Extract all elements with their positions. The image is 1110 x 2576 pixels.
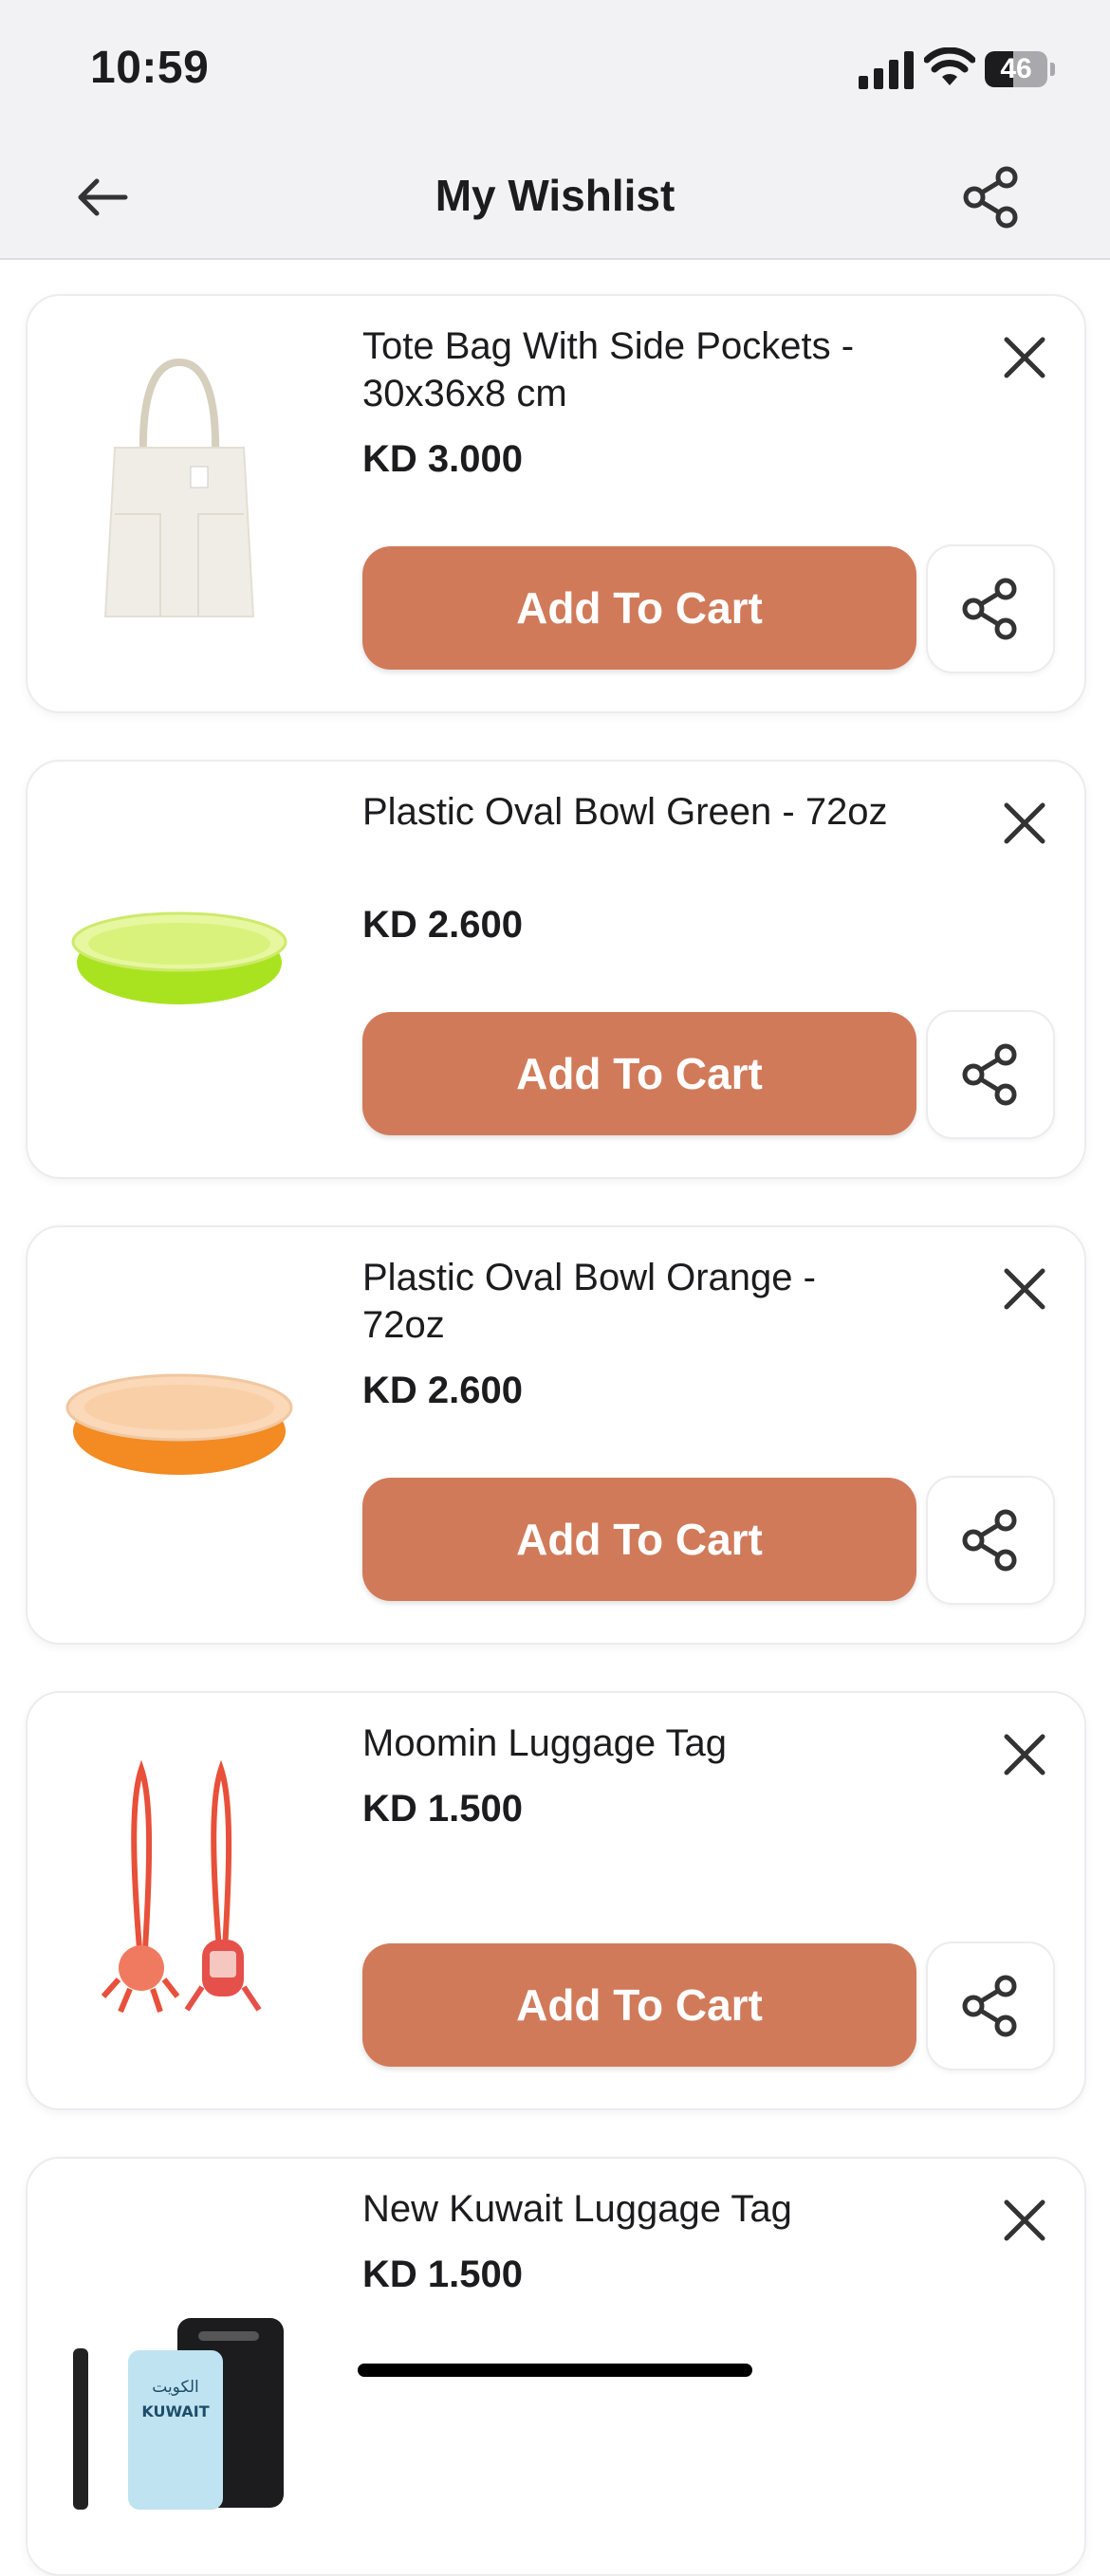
wishlist-item: Plastic Oval Bowl Orange - 72oz KD 2.600… [26, 1225, 1086, 1645]
product-image-bowl-orange [65, 1373, 293, 1475]
close-icon [1004, 1734, 1045, 1776]
status-time: 10:59 [90, 43, 210, 93]
product-name[interactable]: Moomin Luggage Tag [362, 1720, 894, 1767]
share-icon [962, 578, 1017, 640]
product-price: KD 2.600 [362, 1370, 523, 1411]
close-icon [1004, 1268, 1045, 1310]
share-icon [962, 1975, 1017, 2037]
share-item-button[interactable] [926, 1010, 1055, 1139]
add-to-cart-button[interactable]: Add To Cart [362, 1943, 916, 2067]
close-icon [1004, 2199, 1045, 2241]
remove-button[interactable] [995, 1725, 1054, 1784]
wishlist-item: Plastic Oval Bowl Green - 72oz KD 2.600 … [26, 760, 1086, 1179]
share-icon [963, 166, 1018, 229]
product-image-bowl-green [71, 911, 287, 1004]
home-indicator[interactable] [358, 2364, 752, 2377]
remove-button[interactable] [995, 328, 1054, 387]
add-to-cart-button[interactable]: Add To Cart [362, 1478, 916, 1601]
product-price: KD 1.500 [362, 1788, 523, 1830]
status-bar: 10:59 46 [0, 0, 1110, 133]
wishlist-item: Tote Bag With Side Pockets - 30x36x8 cm … [26, 294, 1086, 713]
battery-icon: 46 [985, 51, 1055, 87]
share-item-button[interactable] [926, 1941, 1055, 2070]
product-price: KD 1.500 [362, 2254, 523, 2295]
back-button[interactable] [66, 161, 139, 233]
kuwait-tag-arabic-text: الكويت [152, 2378, 199, 2397]
header-share-button[interactable] [953, 159, 1029, 235]
nav-header: My Wishlist [0, 133, 1110, 260]
product-name[interactable]: New Kuwait Luggage Tag [362, 2185, 894, 2233]
wishlist-item: Moomin Luggage Tag KD 1.500 Add To Cart [26, 1691, 1086, 2110]
share-icon [962, 1043, 1017, 1106]
kuwait-tag-english-text: KUWAIT [141, 2402, 209, 2420]
share-item-button[interactable] [926, 1476, 1055, 1605]
product-price: KD 2.600 [362, 904, 523, 946]
wifi-icon [924, 47, 975, 85]
add-to-cart-button[interactable]: Add To Cart [362, 1012, 916, 1135]
share-icon [962, 1509, 1017, 1572]
battery-level: 46 [1000, 53, 1032, 84]
remove-button[interactable] [995, 794, 1054, 853]
product-image-tote-bag [103, 358, 255, 617]
remove-button[interactable] [995, 2191, 1054, 2250]
arrow-left-icon [78, 178, 128, 216]
signal-icon [859, 51, 914, 89]
product-name[interactable]: Plastic Oval Bowl Orange - 72oz [362, 1254, 894, 1349]
product-image-moomin-tag [101, 1759, 262, 2014]
product-name[interactable]: Tote Bag With Side Pockets - 30x36x8 cm [362, 322, 894, 417]
product-name[interactable]: Plastic Oval Bowl Green - 72oz [362, 788, 894, 836]
remove-button[interactable] [995, 1260, 1054, 1318]
page-title: My Wishlist [435, 171, 675, 220]
product-price: KD 3.000 [362, 438, 523, 480]
add-to-cart-button[interactable]: Add To Cart [362, 546, 916, 670]
share-item-button[interactable] [926, 544, 1055, 673]
product-image-kuwait-tag: الكويت KUWAIT [73, 2318, 284, 2510]
close-icon [1004, 337, 1045, 378]
close-icon [1004, 802, 1045, 844]
